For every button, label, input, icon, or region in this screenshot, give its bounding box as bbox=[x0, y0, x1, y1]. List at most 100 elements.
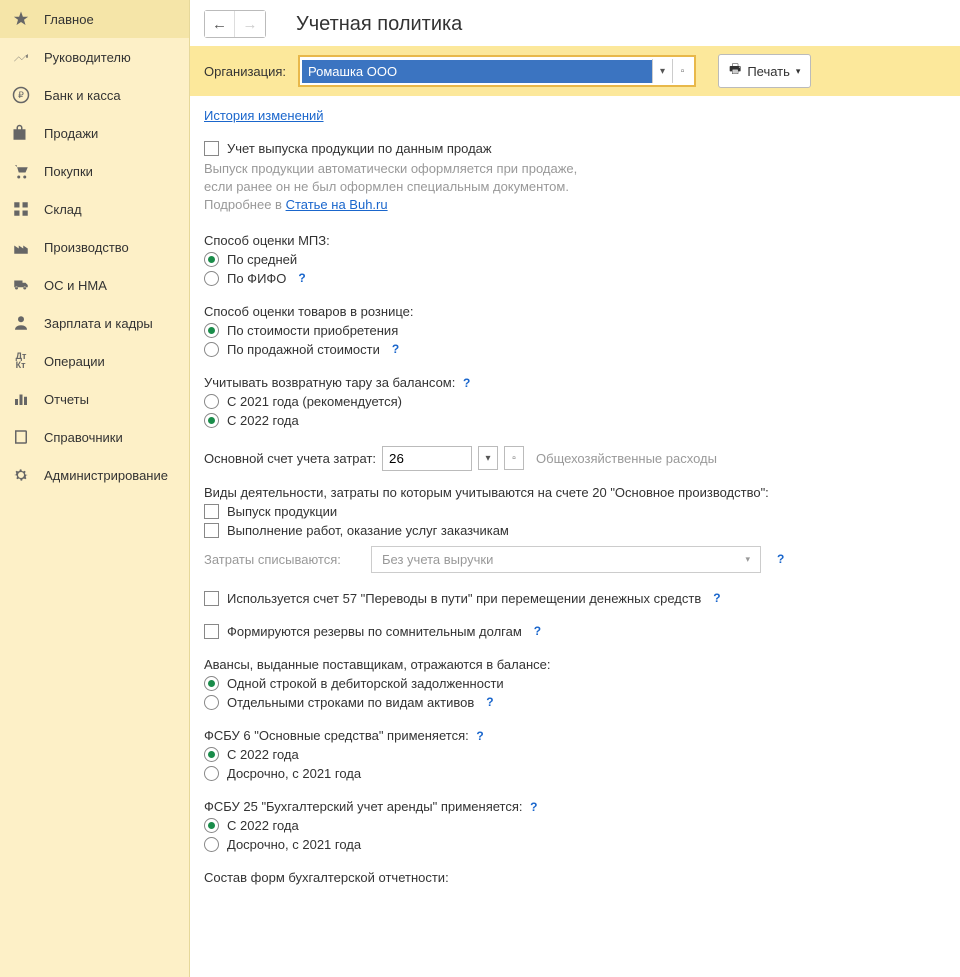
help-icon[interactable]: ? bbox=[530, 800, 537, 814]
tara-2022-label: С 2022 года bbox=[227, 413, 299, 428]
help-icon[interactable]: ? bbox=[534, 624, 541, 638]
person-icon bbox=[12, 314, 30, 332]
dropdown-button[interactable]: ▾ bbox=[652, 59, 672, 83]
writeoff-select[interactable]: Без учета выручки ▾ bbox=[371, 546, 761, 573]
mpz-fifo-radio[interactable] bbox=[204, 271, 219, 286]
help-icon[interactable]: ? bbox=[392, 342, 399, 356]
mpz-fifo-label: По ФИФО bbox=[227, 271, 286, 286]
tara-2022-radio[interactable] bbox=[204, 413, 219, 428]
tara-group-label: Учитывать возвратную тару за балансом: ? bbox=[204, 375, 946, 390]
sidebar-item-admin[interactable]: Администрирование bbox=[0, 456, 189, 494]
release-checkbox[interactable] bbox=[204, 141, 219, 156]
sidebar-item-hr[interactable]: Зарплата и кадры bbox=[0, 304, 189, 342]
activity-release-label: Выпуск продукции bbox=[227, 504, 337, 519]
sidebar-item-warehouse[interactable]: Склад bbox=[0, 190, 189, 228]
fsbu25-2022-label: С 2022 года bbox=[227, 818, 299, 833]
help-icon[interactable]: ? bbox=[777, 552, 784, 566]
history-link[interactable]: История изменений bbox=[204, 108, 324, 123]
sidebar-item-manager[interactable]: Руководителю bbox=[0, 38, 189, 76]
fsbu6-2021-radio[interactable] bbox=[204, 766, 219, 781]
activity-work-checkbox[interactable] bbox=[204, 523, 219, 538]
activities-label: Виды деятельности, затраты по которым уч… bbox=[204, 485, 946, 500]
fsbu6-2021-label: Досрочно, с 2021 года bbox=[227, 766, 361, 781]
bag-icon bbox=[12, 124, 30, 142]
sidebar-item-operations[interactable]: ДтКт Операции bbox=[0, 342, 189, 380]
org-label: Организация: bbox=[204, 64, 286, 79]
sidebar-item-label: Справочники bbox=[44, 430, 123, 445]
header: ← → Учетная политика bbox=[190, 0, 960, 46]
tara-2021-label: С 2021 года (рекомендуется) bbox=[227, 394, 402, 409]
sidebar-item-bank[interactable]: ₽ Банк и касса bbox=[0, 76, 189, 114]
mpz-avg-label: По средней bbox=[227, 252, 297, 267]
acct-open[interactable]: ▫ bbox=[504, 446, 524, 470]
acct-dropdown[interactable]: ▾ bbox=[478, 446, 498, 470]
sidebar-item-reports[interactable]: Отчеты bbox=[0, 380, 189, 418]
sidebar-item-label: Продажи bbox=[44, 126, 98, 141]
fsbu6-2022-label: С 2022 года bbox=[227, 747, 299, 762]
activity-release-checkbox[interactable] bbox=[204, 504, 219, 519]
fsbu25-2021-label: Досрочно, с 2021 года bbox=[227, 837, 361, 852]
acct-label: Основной счет учета затрат: bbox=[204, 451, 376, 466]
fsbu25-group-label: ФСБУ 25 "Бухгалтерский учет аренды" прим… bbox=[204, 799, 946, 814]
back-button[interactable]: ← bbox=[205, 11, 235, 37]
help-icon[interactable]: ? bbox=[476, 729, 483, 743]
sidebar-item-production[interactable]: Производство bbox=[0, 228, 189, 266]
retail-cost-radio[interactable] bbox=[204, 323, 219, 338]
reserve-label: Формируются резервы по сомнительным долг… bbox=[227, 624, 522, 639]
release-label: Учет выпуска продукции по данным продаж bbox=[227, 141, 492, 156]
help-icon[interactable]: ? bbox=[713, 591, 720, 605]
print-button[interactable]: 🖶 Печать ▾ bbox=[718, 54, 811, 88]
sidebar-item-os-nma[interactable]: ОС и НМА bbox=[0, 266, 189, 304]
advances-split-label: Отдельными строками по видам активов bbox=[227, 695, 474, 710]
cb57-checkbox[interactable] bbox=[204, 591, 219, 606]
ruble-icon: ₽ bbox=[12, 86, 30, 104]
content: История изменений Учет выпуска продукции… bbox=[190, 96, 960, 977]
trend-icon bbox=[12, 48, 30, 66]
boxes-icon bbox=[12, 200, 30, 218]
activity-work-label: Выполнение работ, оказание услуг заказчи… bbox=[227, 523, 509, 538]
writeoff-label: Затраты списываются: bbox=[204, 552, 359, 567]
fsbu25-2022-radio[interactable] bbox=[204, 818, 219, 833]
buh-link[interactable]: Статье на Buh.ru bbox=[286, 197, 388, 212]
nav-buttons: ← → bbox=[204, 10, 266, 38]
sidebar-item-label: Главное bbox=[44, 12, 94, 27]
cart-icon bbox=[12, 162, 30, 180]
help-icon[interactable]: ? bbox=[463, 376, 470, 390]
org-bar: Организация: ▾ ▫ 🖶 Печать ▾ bbox=[190, 46, 960, 96]
org-input-wrap: ▾ ▫ bbox=[298, 55, 696, 87]
mpz-label: Способ оценки МПЗ: bbox=[204, 233, 946, 248]
acct-input[interactable] bbox=[382, 446, 472, 471]
sidebar-item-catalogs[interactable]: Справочники bbox=[0, 418, 189, 456]
forward-button[interactable]: → bbox=[235, 11, 265, 37]
sidebar-item-label: Покупки bbox=[44, 164, 93, 179]
advances-oneline-label: Одной строкой в дебиторской задолженност… bbox=[227, 676, 504, 691]
mpz-avg-radio[interactable] bbox=[204, 252, 219, 267]
writeoff-value: Без учета выручки bbox=[382, 552, 493, 567]
sidebar-item-label: Зарплата и кадры bbox=[44, 316, 153, 331]
chevron-down-icon: ▾ bbox=[745, 554, 750, 565]
help-icon[interactable]: ? bbox=[486, 695, 493, 709]
advances-oneline-radio[interactable] bbox=[204, 676, 219, 691]
book-icon bbox=[12, 428, 30, 446]
help-icon[interactable]: ? bbox=[298, 271, 305, 285]
retail-sale-radio[interactable] bbox=[204, 342, 219, 357]
fsbu25-2021-radio[interactable] bbox=[204, 837, 219, 852]
tara-2021-radio[interactable] bbox=[204, 394, 219, 409]
reserve-checkbox[interactable] bbox=[204, 624, 219, 639]
cb57-label: Используется счет 57 "Переводы в пути" п… bbox=[227, 591, 701, 606]
retail-cost-label: По стоимости приобретения bbox=[227, 323, 398, 338]
sidebar-item-purchases[interactable]: Покупки bbox=[0, 152, 189, 190]
truck-icon bbox=[12, 276, 30, 294]
page-title: Учетная политика bbox=[296, 13, 462, 36]
sidebar-item-sales[interactable]: Продажи bbox=[0, 114, 189, 152]
open-button[interactable]: ▫ bbox=[672, 59, 692, 83]
sidebar-item-label: Производство bbox=[44, 240, 129, 255]
acct-desc: Общехозяйственные расходы bbox=[536, 451, 717, 466]
sidebar-item-label: Банк и касса bbox=[44, 88, 121, 103]
org-input[interactable] bbox=[302, 60, 652, 83]
advances-label: Авансы, выданные поставщикам, отражаются… bbox=[204, 657, 946, 672]
fsbu6-2022-radio[interactable] bbox=[204, 747, 219, 762]
advances-split-radio[interactable] bbox=[204, 695, 219, 710]
sidebar-item-main[interactable]: Главное bbox=[0, 0, 189, 38]
gear-icon bbox=[12, 466, 30, 484]
